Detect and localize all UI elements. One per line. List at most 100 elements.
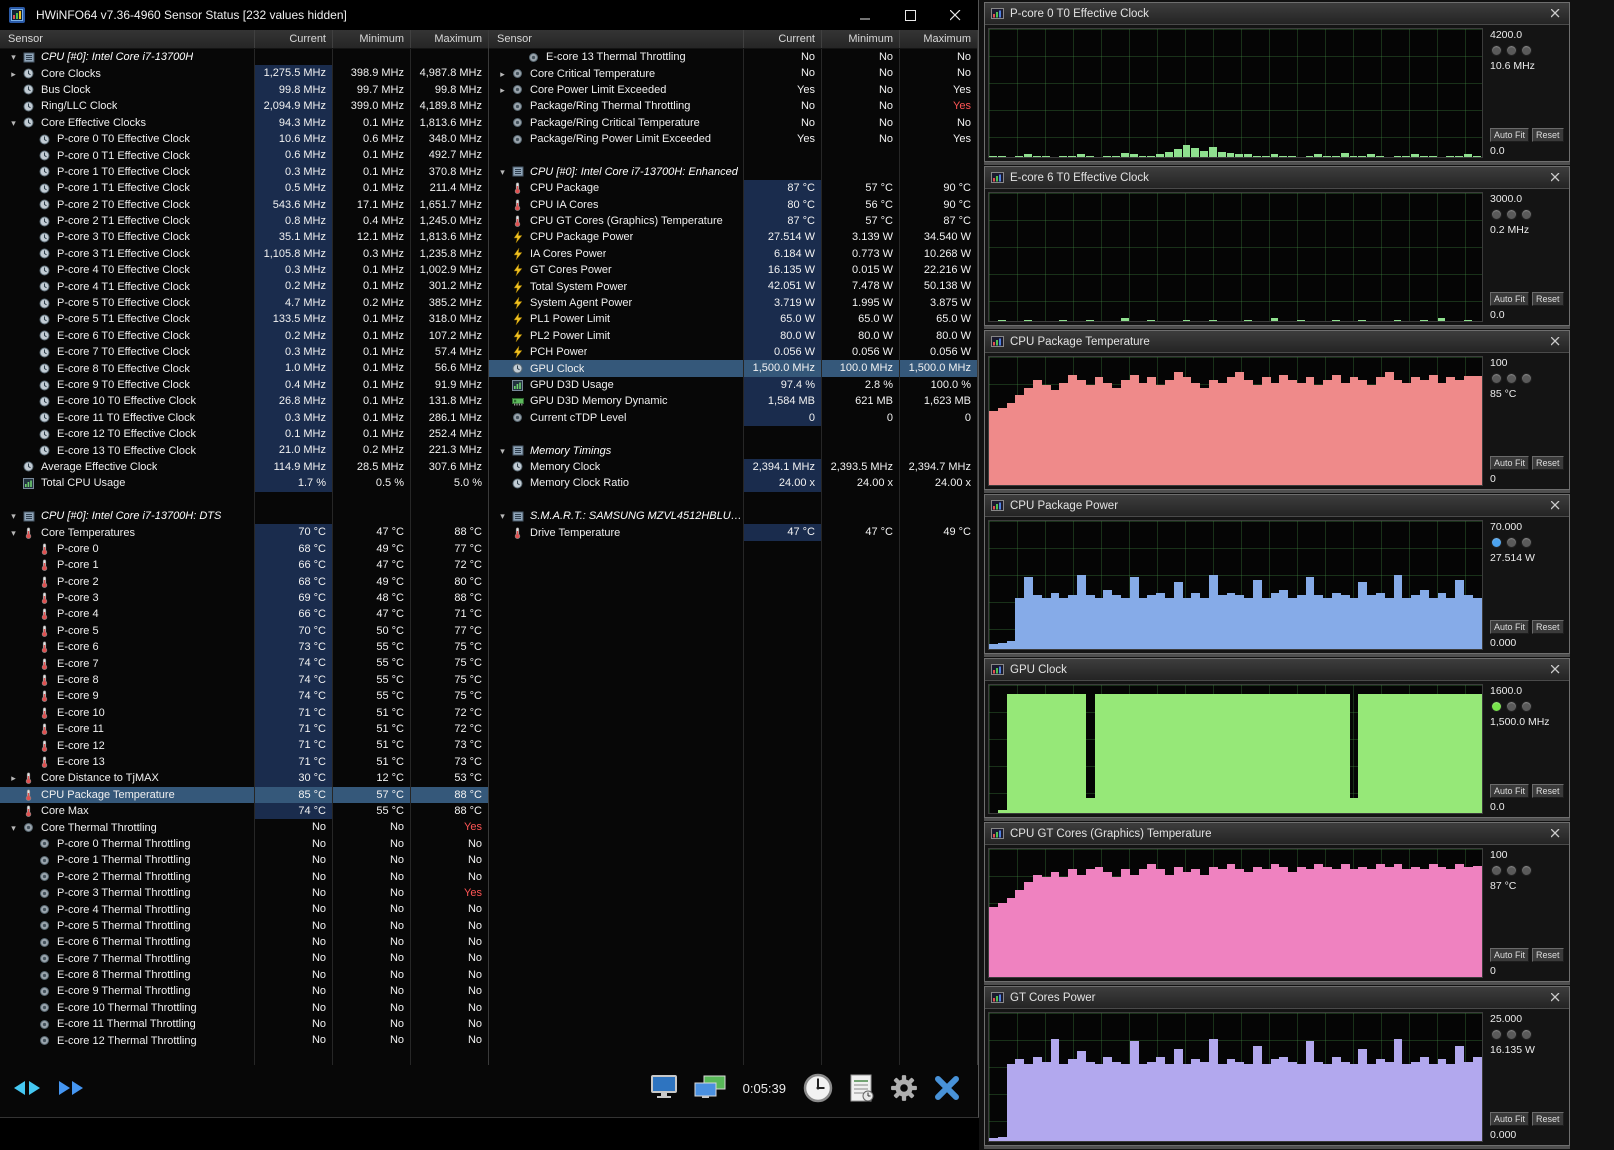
remote-monitoring-button[interactable] xyxy=(691,1072,729,1104)
column-header-current[interactable]: Current xyxy=(743,30,821,48)
graph-titlebar[interactable]: CPU Package Temperature xyxy=(985,331,1569,353)
sensor-row[interactable]: E-core 9 T0 Effective Clock0.4 MHz0.1 MH… xyxy=(0,377,488,393)
sensor-row[interactable]: ▸Core Clocks1,275.5 MHz398.9 MHz4,987.8 … xyxy=(0,65,488,81)
sensor-row[interactable]: Total System Power42.051 W7.478 W50.138 … xyxy=(489,278,977,294)
sensor-row[interactable]: E-core 874 °C55 °C75 °C xyxy=(0,672,488,688)
section-row[interactable]: ▾CPU [#0]: Intel Core i7-13700H: DTS xyxy=(0,508,488,524)
autofit-button[interactable]: Auto Fit xyxy=(1490,292,1529,306)
graph-led-button[interactable] xyxy=(1521,209,1532,220)
nav-previous-button[interactable] xyxy=(10,1078,44,1098)
sensor-row[interactable]: Memory Clock2,394.1 MHz2,393.5 MHz2,394.… xyxy=(489,459,977,475)
sensor-row[interactable]: Package/Ring Thermal ThrottlingNoNoYes xyxy=(489,98,977,114)
graph-titlebar[interactable]: P-core 0 T0 Effective Clock xyxy=(985,3,1569,25)
graph-titlebar[interactable]: CPU Package Power xyxy=(985,495,1569,517)
sensor-row[interactable]: E-core 12 T0 Effective Clock0.1 MHz0.1 M… xyxy=(0,426,488,442)
sensor-row[interactable]: Total CPU Usage1.7 %0.5 %5.0 % xyxy=(0,475,488,491)
sensor-row[interactable]: P-core 268 °C49 °C80 °C xyxy=(0,574,488,590)
reset-button[interactable]: Reset xyxy=(1532,128,1564,142)
column-header-sensor[interactable]: Sensor xyxy=(0,33,254,45)
graph-led-button[interactable] xyxy=(1491,45,1502,56)
sensor-row[interactable]: P-core 4 Thermal ThrottlingNoNoNo xyxy=(0,901,488,917)
graph-led-button[interactable] xyxy=(1491,865,1502,876)
graph-led-button[interactable] xyxy=(1521,701,1532,712)
sensor-row[interactable]: PL1 Power Limit65.0 W65.0 W65.0 W xyxy=(489,311,977,327)
sensor-row[interactable]: P-core 0 Thermal ThrottlingNoNoNo xyxy=(0,836,488,852)
sensor-row[interactable]: CPU GT Cores (Graphics) Temperature87 °C… xyxy=(489,213,977,229)
sensor-row[interactable]: P-core 4 T0 Effective Clock0.3 MHz0.1 MH… xyxy=(0,262,488,278)
sensor-row[interactable]: P-core 2 T0 Effective Clock543.6 MHz17.1… xyxy=(0,197,488,213)
sensor-row[interactable]: E-core 10 T0 Effective Clock26.8 MHz0.1 … xyxy=(0,393,488,409)
sensor-row[interactable]: CPU Package Power27.514 W3.139 W34.540 W xyxy=(489,229,977,245)
sensor-row[interactable]: E-core 7 T0 Effective Clock0.3 MHz0.1 MH… xyxy=(0,344,488,360)
sensor-row[interactable]: IA Cores Power6.184 W0.773 W10.268 W xyxy=(489,246,977,262)
sensor-row[interactable]: E-core 6 Thermal ThrottlingNoNoNo xyxy=(0,934,488,950)
sensor-row[interactable]: P-core 1 T1 Effective Clock0.5 MHz0.1 MH… xyxy=(0,180,488,196)
sensor-row[interactable]: P-core 3 Thermal ThrottlingNoNoYes xyxy=(0,885,488,901)
monitor-button[interactable] xyxy=(647,1072,681,1104)
sensor-row[interactable]: System Agent Power3.719 W1.995 W3.875 W xyxy=(489,295,977,311)
expand-chevron-icon[interactable]: ▸ xyxy=(495,82,510,98)
sensor-row[interactable]: E-core 9 Thermal ThrottlingNoNoNo xyxy=(0,983,488,999)
sensor-row[interactable]: E-core 1171 °C51 °C72 °C xyxy=(0,721,488,737)
sensor-row[interactable]: P-core 3 T1 Effective Clock1,105.8 MHz0.… xyxy=(0,246,488,262)
graph-led-button[interactable] xyxy=(1491,209,1502,220)
sensor-row[interactable]: P-core 0 T0 Effective Clock10.6 MHz0.6 M… xyxy=(0,131,488,147)
sensor-row[interactable]: ▾Core Temperatures70 °C47 °C88 °C xyxy=(0,524,488,540)
column-header-sensor[interactable]: Sensor xyxy=(489,33,743,45)
sensor-row[interactable]: E-core 1071 °C51 °C72 °C xyxy=(0,705,488,721)
sensor-row[interactable]: E-core 974 °C55 °C75 °C xyxy=(0,688,488,704)
graph-led-button[interactable] xyxy=(1521,373,1532,384)
autofit-button[interactable]: Auto Fit xyxy=(1490,784,1529,798)
sensor-row[interactable]: Package/Ring Power Limit ExceededYesNoYe… xyxy=(489,131,977,147)
sensor-row[interactable]: E-core 11 Thermal ThrottlingNoNoNo xyxy=(0,1016,488,1032)
graph-close-icon[interactable] xyxy=(1548,665,1563,674)
sensor-row[interactable]: ▸Core Power Limit ExceededYesNoYes xyxy=(489,82,977,98)
sensor-row[interactable]: P-core 1 T0 Effective Clock0.3 MHz0.1 MH… xyxy=(0,164,488,180)
collapse-chevron-icon[interactable]: ▾ xyxy=(495,443,510,459)
close-button[interactable] xyxy=(933,0,978,30)
sensor-row[interactable]: E-core 13 T0 Effective Clock21.0 MHz0.2 … xyxy=(0,442,488,458)
sensor-row[interactable]: E-core 13 Thermal ThrottlingNoNoNo xyxy=(489,49,977,65)
sensor-row[interactable]: Package/Ring Critical TemperatureNoNoNo xyxy=(489,115,977,131)
sensor-row[interactable]: E-core 8 Thermal ThrottlingNoNoNo xyxy=(0,967,488,983)
sensor-row[interactable]: Core Max74 °C55 °C88 °C xyxy=(0,803,488,819)
graph-close-icon[interactable] xyxy=(1548,173,1563,182)
graph-led-button[interactable] xyxy=(1506,45,1517,56)
graph-led-button[interactable] xyxy=(1506,537,1517,548)
sensor-row[interactable]: P-core 068 °C49 °C77 °C xyxy=(0,541,488,557)
sensor-row[interactable]: P-core 5 Thermal ThrottlingNoNoNo xyxy=(0,918,488,934)
graph-led-button[interactable] xyxy=(1506,1029,1517,1040)
sensor-row[interactable]: E-core 11 T0 Effective Clock0.3 MHz0.1 M… xyxy=(0,410,488,426)
sensor-row[interactable]: GPU D3D Memory Dynamic1,584 MB621 MB1,62… xyxy=(489,393,977,409)
collapse-chevron-icon[interactable]: ▾ xyxy=(6,820,21,836)
sensor-row[interactable]: P-core 1 Thermal ThrottlingNoNoNo xyxy=(0,852,488,868)
sensor-row[interactable]: E-core 1271 °C51 °C73 °C xyxy=(0,737,488,753)
clock-button[interactable] xyxy=(800,1070,836,1106)
sensor-row[interactable]: CPU IA Cores80 °C56 °C90 °C xyxy=(489,197,977,213)
sensor-row[interactable]: P-core 3 T0 Effective Clock35.1 MHz12.1 … xyxy=(0,229,488,245)
sensor-row[interactable]: E-core 10 Thermal ThrottlingNoNoNo xyxy=(0,1000,488,1016)
column-header-maximum[interactable]: Maximum xyxy=(410,30,488,48)
graph-close-icon[interactable] xyxy=(1548,993,1563,1002)
sensor-row[interactable]: E-core 1371 °C51 °C73 °C xyxy=(0,754,488,770)
autofit-button[interactable]: Auto Fit xyxy=(1490,128,1529,142)
reset-button[interactable]: Reset xyxy=(1532,456,1564,470)
graph-led-button[interactable] xyxy=(1521,537,1532,548)
sensor-row[interactable]: E-core 774 °C55 °C75 °C xyxy=(0,655,488,671)
graph-led-button[interactable] xyxy=(1506,209,1517,220)
sensor-row[interactable]: Drive Temperature47 °C47 °C49 °C xyxy=(489,524,977,540)
sensor-row[interactable]: ▸Core Critical TemperatureNoNoNo xyxy=(489,65,977,81)
sensor-row[interactable]: E-core 7 Thermal ThrottlingNoNoNo xyxy=(0,950,488,966)
column-header-minimum[interactable]: Minimum xyxy=(332,30,410,48)
section-row[interactable]: ▾S.M.A.R.T.: SAMSUNG MZVL4512HBLU-00... xyxy=(489,508,977,524)
sensor-row[interactable]: ▸Core Distance to TjMAX30 °C12 °C53 °C xyxy=(0,770,488,786)
sensor-row[interactable]: P-core 166 °C47 °C72 °C xyxy=(0,557,488,573)
column-header-maximum[interactable]: Maximum xyxy=(899,30,977,48)
sensor-row[interactable]: CPU Package Temperature85 °C57 °C88 °C xyxy=(0,787,488,803)
graph-titlebar[interactable]: E-core 6 T0 Effective Clock xyxy=(985,167,1569,189)
report-button[interactable] xyxy=(846,1071,878,1105)
graph-led-button[interactable] xyxy=(1506,373,1517,384)
autofit-button[interactable]: Auto Fit xyxy=(1490,620,1529,634)
sensor-row[interactable]: Bus Clock99.8 MHz99.7 MHz99.8 MHz xyxy=(0,82,488,98)
sensor-row[interactable]: P-core 2 T1 Effective Clock0.8 MHz0.4 MH… xyxy=(0,213,488,229)
